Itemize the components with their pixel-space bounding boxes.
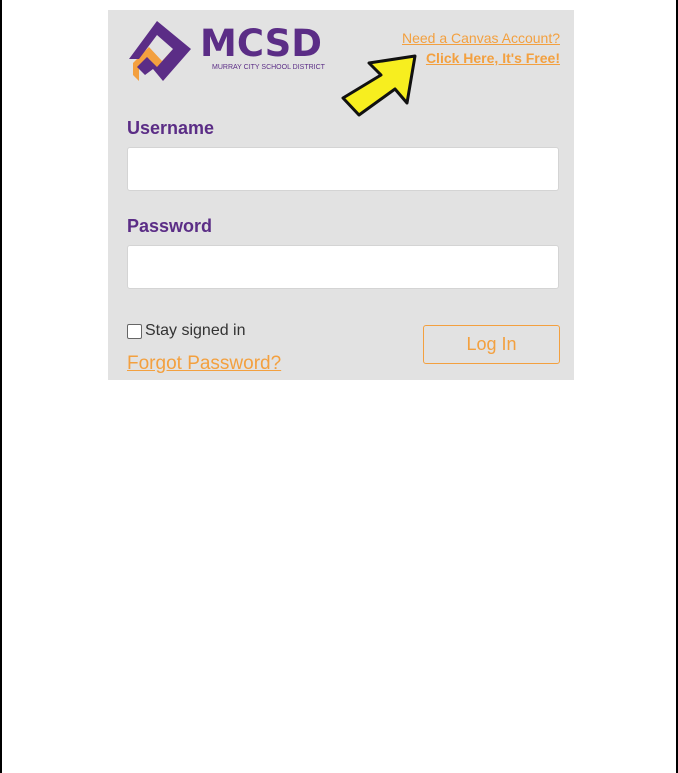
district-logo: MCSD MURRAY CITY SCHOOL DISTRICT: [127, 15, 327, 87]
logo-subtitle: MURRAY CITY SCHOOL DISTRICT: [212, 64, 325, 71]
need-account-link[interactable]: Need a Canvas Account?: [402, 30, 560, 46]
logo-wordmark: MCSD: [200, 22, 323, 65]
stay-signed-in-label: Stay signed in: [145, 322, 246, 339]
stay-signed-in[interactable]: Stay signed in: [127, 322, 246, 340]
yellow-arrow-icon: [341, 54, 417, 117]
password-label: Password: [127, 216, 213, 236]
login-panel: MCSD MURRAY CITY SCHOOL DISTRICT Need a …: [108, 10, 574, 380]
mcsd-m-logo-icon: [129, 21, 191, 81]
stay-signed-in-checkbox[interactable]: [127, 323, 142, 339]
free-account-link[interactable]: Click Here, It's Free!: [426, 50, 560, 66]
forgot-password-link[interactable]: Forgot Password?: [127, 353, 281, 375]
password-field[interactable]: [127, 245, 559, 289]
username-field[interactable]: [127, 147, 559, 191]
login-button[interactable]: Log In: [423, 325, 560, 364]
username-label: Username: [127, 118, 215, 138]
